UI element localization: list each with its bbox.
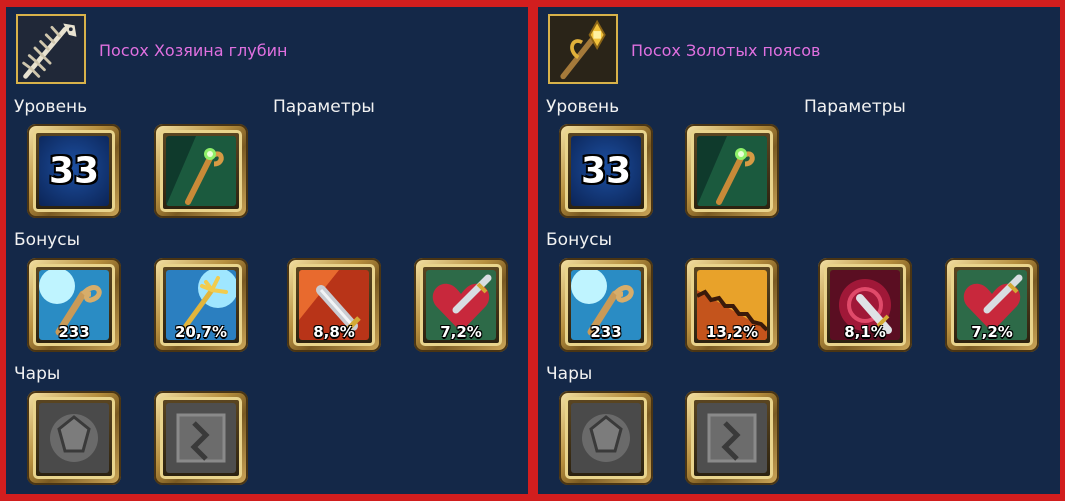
golden-staff-icon[interactable]: [548, 14, 618, 84]
bonuses-label: Бонусы: [546, 230, 613, 250]
stone-rune-slot-icon: [571, 403, 641, 473]
bonus-value: 8,1%: [844, 323, 886, 340]
bone-staff-icon[interactable]: [16, 14, 86, 84]
charm-slot-2[interactable]: [685, 391, 779, 485]
bonus-value: 233: [58, 323, 90, 340]
bonus-value: 13,2%: [705, 323, 759, 340]
bonus-tile-4[interactable]: 7,2%: [414, 258, 508, 352]
item-name: Посох Хозяина глубин: [99, 41, 288, 60]
item-name: Посох Золотых поясов: [631, 41, 821, 60]
bonus-value: 7,2%: [971, 323, 1013, 340]
params-label: Параметры: [273, 97, 375, 117]
stone-rune-slot-icon: [166, 403, 236, 473]
params-label: Параметры: [804, 97, 906, 117]
param-staff-tile[interactable]: [154, 124, 248, 218]
bonus-tile-1[interactable]: 233: [559, 258, 653, 352]
charm-slot-1[interactable]: [27, 391, 121, 485]
item-panel-2: Посох Золотых поясов Уровень Параметры 3…: [538, 7, 1060, 494]
bonus-value: 7,2%: [440, 323, 482, 340]
bonus-value: 8,8%: [313, 323, 355, 340]
bonus-tile-3[interactable]: 8,8%: [287, 258, 381, 352]
orb-staff-icon: [697, 136, 767, 206]
bonus-tile-2[interactable]: 13,2%: [685, 258, 779, 352]
item-panel-1: Посох Хозяина глубин Уровень Параметры 3…: [6, 7, 528, 494]
bonus-tile-4[interactable]: 7,2%: [945, 258, 1039, 352]
level-label: Уровень: [546, 97, 620, 117]
level-tile[interactable]: 33: [27, 124, 121, 218]
level-value: 33: [580, 150, 632, 192]
charms-label: Чары: [546, 364, 593, 384]
bonus-value: 233: [590, 323, 622, 340]
stone-rune-slot-icon: [697, 403, 767, 473]
level-label: Уровень: [14, 97, 88, 117]
bonus-tile-3[interactable]: 8,1%: [818, 258, 912, 352]
stone-rune-slot-icon: [39, 403, 109, 473]
level-value: 33: [48, 150, 100, 192]
param-staff-tile[interactable]: [685, 124, 779, 218]
level-tile[interactable]: 33: [559, 124, 653, 218]
bonus-tile-1[interactable]: 233: [27, 258, 121, 352]
bonuses-label: Бонусы: [14, 230, 81, 250]
orb-staff-icon: [166, 136, 236, 206]
bonus-tile-2[interactable]: 20,7%: [154, 258, 248, 352]
charm-slot-2[interactable]: [154, 391, 248, 485]
charms-label: Чары: [14, 364, 61, 384]
charm-slot-1[interactable]: [559, 391, 653, 485]
bonus-value: 20,7%: [174, 323, 228, 340]
